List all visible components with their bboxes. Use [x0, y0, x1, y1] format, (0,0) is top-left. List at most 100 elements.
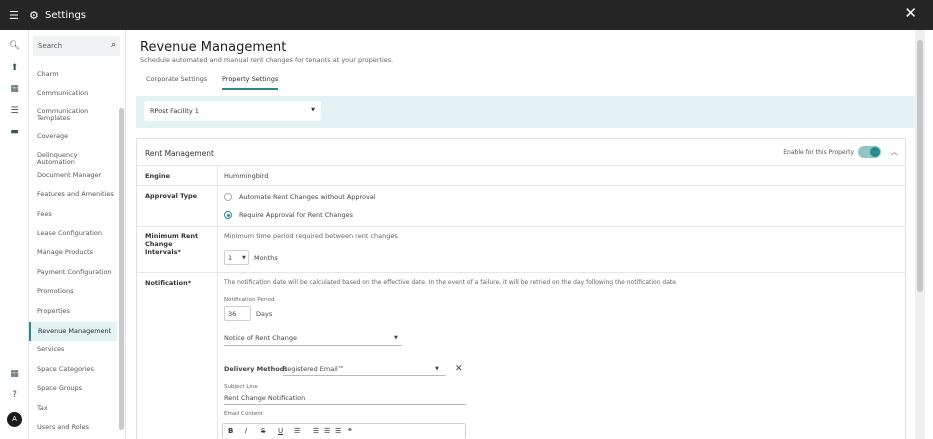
search-input[interactable]: Search ⌕ [33, 36, 120, 56]
interval-select[interactable]: 1 ▼ [224, 250, 249, 265]
subject-line-label: Subject Line [224, 384, 258, 390]
avatar[interactable]: A [7, 412, 22, 427]
enable-label: Enable for this Property [783, 149, 854, 156]
nav-item-communication[interactable]: Communication [29, 90, 117, 97]
facility-select-value: RPost Facility 1 [150, 107, 199, 115]
subject-line-input[interactable]: Rent Change Notification [224, 392, 466, 405]
search-placeholder: Search [38, 42, 63, 50]
align-right-icon[interactable]: ☰ [335, 427, 341, 435]
chevron-down-icon: ▼ [311, 107, 315, 113]
nav-item-promotions[interactable]: Promotions [29, 288, 117, 295]
strikethrough-button[interactable]: S [261, 427, 265, 435]
facility-bar: RPost Facility 1 ▼ [136, 96, 916, 128]
nav-item-tax[interactable]: Tax [29, 405, 117, 412]
main-content: Revenue Management Schedule automated an… [126, 30, 933, 439]
engine-value: Hummingbird [224, 172, 269, 180]
nav-item-document-manager[interactable]: Document Manager [29, 172, 117, 179]
enable-toggle[interactable] [858, 146, 881, 158]
notice-select-value: Notice of Rent Change [224, 334, 298, 342]
page-scrollbar[interactable] [915, 30, 925, 439]
notification-label: Notification* [145, 279, 192, 287]
nav-item-coverage[interactable]: Coverage [29, 133, 117, 140]
icon-rail: 🔍︎ ⬆ ▦ ☰ ▬ ▦ ? A [0, 30, 29, 439]
tab-property-settings[interactable]: Property Settings [222, 75, 279, 90]
help-icon[interactable]: ? [0, 390, 29, 400]
nav-item-space-categories[interactable]: Space Categories [29, 366, 117, 373]
tab-corporate-settings[interactable]: Corporate Settings [146, 75, 207, 83]
notification-period-value: 36 [228, 310, 237, 318]
page-title: Revenue Management [140, 40, 287, 55]
approval-option-require[interactable]: Require Approval for Rent Changes [239, 211, 353, 219]
grid-icon[interactable]: ▦ [0, 369, 29, 379]
email-content-label: Email Content [224, 411, 263, 417]
page-subtitle: Schedule automated and manual rent chang… [140, 56, 394, 64]
notice-select[interactable]: Notice of Rent Change ▼ [224, 333, 402, 346]
align-center-icon[interactable]: ☰ [324, 427, 330, 435]
nav-item-manage-products[interactable]: Manage Products [29, 249, 117, 256]
chevron-down-icon: ▼ [435, 366, 439, 372]
nav-item-delinquency-automation[interactable]: Delinquency Automation [29, 152, 117, 166]
delivery-method-select[interactable]: Registered Email™ ▼ [283, 363, 446, 376]
bold-button[interactable]: B [228, 427, 233, 435]
upload-icon[interactable]: ⬆ [0, 63, 29, 73]
nav-item-users-and-roles[interactable]: Users and Roles [29, 424, 117, 431]
app-header: ☰ ⚙ Settings ✕ [0, 0, 933, 30]
divider [137, 272, 905, 273]
remove-delivery-icon[interactable]: ✕ [455, 364, 463, 374]
chevron-down-icon: ▼ [242, 255, 246, 261]
search-icon[interactable]: 🔍︎ [0, 41, 29, 51]
close-icon[interactable]: ✕ [904, 6, 917, 21]
interval-desc: Minimum time period required between ren… [224, 232, 398, 240]
app-title: Settings [45, 9, 87, 21]
label-column-divider [217, 166, 218, 439]
notification-desc: The notification date will be calculated… [224, 279, 678, 286]
nav-item-lease-configuration[interactable]: Lease Configuration [29, 230, 117, 237]
notification-period-input[interactable]: 36 [224, 306, 251, 321]
bullet-list-icon[interactable]: ☰ [294, 427, 300, 435]
nav-item-charm[interactable]: Charm [29, 71, 117, 78]
search-icon[interactable]: ⌕ [111, 40, 116, 50]
nav-item-revenue-management[interactable]: Revenue Management [29, 322, 117, 341]
notification-period-label: Notification Period [224, 297, 275, 303]
link-icon[interactable]: ⚭ [347, 426, 353, 434]
card-title: Rent Management [145, 149, 214, 158]
nav-item-properties[interactable]: Properties [29, 308, 117, 315]
toggle-knob [870, 147, 880, 157]
italic-button[interactable]: I [245, 427, 247, 435]
radio-automate[interactable] [224, 193, 232, 201]
nav-item-communication-templates[interactable]: Communication Templates [29, 108, 113, 122]
approval-option-automate[interactable]: Automate Rent Changes without Approval [239, 193, 376, 201]
approval-type-label: Approval Type [145, 192, 198, 200]
scroll-thumb[interactable] [917, 40, 923, 292]
chat-icon[interactable]: ▬ [0, 127, 29, 137]
calendar-icon[interactable]: ▦ [0, 84, 29, 94]
nav-item-fees[interactable]: Fees [29, 211, 117, 218]
interval-value: 1 [228, 254, 233, 262]
align-left-icon[interactable]: ☰ [313, 427, 319, 435]
checklist-icon[interactable]: ☰ [0, 106, 29, 116]
nav-scrollbar[interactable] [119, 108, 124, 430]
gear-icon: ⚙ [29, 8, 39, 22]
hamburger-menu-icon[interactable]: ☰ [9, 10, 27, 21]
delivery-method-label: Delivery Method: [224, 365, 287, 373]
facility-select[interactable]: RPost Facility 1 ▼ [144, 101, 321, 121]
settings-nav: Search ⌕ Charm Communication Communicati… [29, 30, 126, 439]
radio-require-approval[interactable] [224, 211, 232, 219]
notification-period-unit: Days [256, 310, 273, 318]
nav-item-space-groups[interactable]: Space Groups [29, 385, 117, 392]
email-editor-toolbar: B I S U ☰ ☰ ☰ ☰ ⚭ [222, 423, 466, 439]
engine-label: Engine [145, 172, 170, 180]
divider [137, 185, 905, 186]
underline-button[interactable]: U [278, 427, 283, 435]
nav-item-payment-configuration[interactable]: Payment Configuration [29, 269, 117, 276]
nav-item-features-and-amenities[interactable]: Features and Amenities [29, 191, 117, 198]
subject-line-value: Rent Change Notification [224, 394, 306, 402]
delivery-method-value: Registered Email™ [283, 365, 345, 373]
interval-label: Minimum Rent Change Intervals* [145, 232, 199, 256]
rent-management-card: Rent Management Enable for this Property… [136, 138, 906, 439]
chevron-down-icon: ▼ [394, 335, 398, 341]
interval-unit: Months [254, 254, 278, 262]
card-header: Rent Management Enable for this Property… [137, 139, 905, 166]
nav-item-services[interactable]: Services [29, 346, 117, 353]
chevron-up-icon[interactable]: ︿ [891, 147, 898, 157]
